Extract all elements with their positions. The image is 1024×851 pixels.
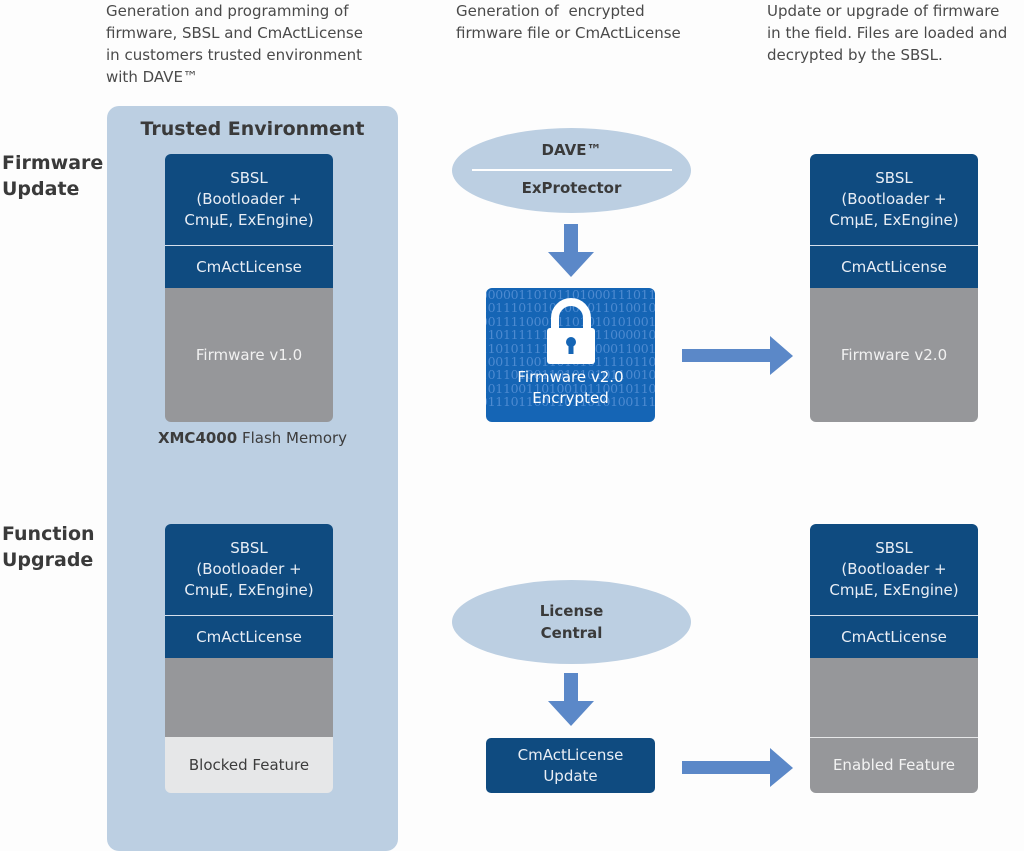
sbsl-line: SBSL (230, 539, 268, 557)
dave-exprotector-ellipse: DAVE™ ExProtector (452, 128, 691, 213)
sbsl-line: CmµE, ExEngine) (184, 581, 314, 599)
sbsl-line: CmµE, ExEngine) (829, 581, 959, 599)
license-central-line: License (539, 602, 604, 620)
trusted-environment-title: Trusted Environment (140, 118, 365, 140)
row-label-firmware-update: Firmware Update (2, 150, 103, 202)
caption-line: with DAVE™ (106, 68, 198, 86)
license-update-file: CmActLicense Update (486, 738, 655, 793)
flash-memory-label: XMC4000 Flash Memory (107, 429, 398, 447)
sbsl-segment: SBSL (Bootloader + CmµE, ExEngine) (810, 154, 978, 246)
dave-label: DAVE™ (541, 140, 602, 159)
arrow-right-icon (682, 336, 793, 375)
encrypted-firmware-label: Firmware v2.0 Encrypted (486, 367, 655, 409)
caption-line: Generation of encrypted (456, 2, 645, 20)
sbsl-line: (Bootloader + (841, 560, 947, 578)
enabled-feature-segment: Enabled Feature (810, 737, 978, 793)
arrow-right-icon (682, 748, 793, 787)
flash-memory-text: Flash Memory (237, 429, 348, 447)
sbsl-line: (Bootloader + (196, 190, 302, 208)
caption-line: firmware, SBSL and CmActLicense (106, 24, 363, 42)
encrypted-line: Firmware v2.0 (517, 368, 624, 386)
exprotector-label: ExProtector (521, 178, 622, 197)
arrow-down-icon (548, 673, 594, 726)
license-central-line: Central (540, 624, 603, 642)
license-segment: CmActLicense (165, 616, 333, 658)
blocked-feature-segment: Blocked Feature (165, 737, 333, 793)
license-central-ellipse: License Central (452, 580, 691, 664)
caption-line: in the field. Files are loaded and (767, 24, 1008, 42)
chip-name: XMC4000 (157, 429, 238, 447)
license-segment: CmActLicense (165, 246, 333, 288)
license-update-line: CmActLicense (517, 745, 624, 764)
sbsl-line: SBSL (230, 169, 268, 187)
encrypted-line: Encrypted (532, 389, 609, 407)
flash-memory-fw-after: SBSL (Bootloader + CmµE, ExEngine) CmAct… (810, 154, 978, 422)
row-label-line: Function (2, 523, 95, 545)
caption-trusted-programming: Generation and programming of firmware, … (106, 0, 406, 88)
license-segment: CmActLicense (810, 616, 978, 658)
lock-icon (547, 298, 595, 364)
sbsl-line: SBSL (875, 539, 913, 557)
sbsl-segment: SBSL (Bootloader + CmµE, ExEngine) (165, 524, 333, 616)
row-label-line: Upgrade (2, 549, 94, 571)
row-label-function-upgrade: Function Upgrade (2, 521, 95, 573)
flash-memory-fw-before: SBSL (Bootloader + CmµE, ExEngine) CmAct… (165, 154, 333, 422)
sbsl-segment: SBSL (Bootloader + CmµE, ExEngine) (810, 524, 978, 616)
firmware-segment: Firmware v1.0 (165, 288, 333, 422)
arrow-down-icon (548, 224, 594, 277)
flash-memory-upgrade-before: SBSL (Bootloader + CmµE, ExEngine) CmAct… (165, 524, 333, 793)
caption-field-update: Update or upgrade of firmware in the fie… (767, 0, 1024, 66)
encrypted-firmware-file: 0000011010110100011101101101110101010000… (486, 288, 655, 422)
row-label-line: Firmware (2, 152, 104, 174)
license-segment: CmActLicense (810, 246, 978, 288)
flash-memory-upgrade-after: SBSL (Bootloader + CmµE, ExEngine) CmAct… (810, 524, 978, 793)
firmware-segment (810, 658, 978, 737)
sbsl-segment: SBSL (Bootloader + CmµE, ExEngine) (165, 154, 333, 246)
caption-line: Update or upgrade of firmware (767, 2, 1000, 20)
firmware-segment: Firmware v2.0 (810, 288, 978, 422)
caption-line: decrypted by the SBSL. (767, 46, 943, 64)
license-update-line: Update (543, 766, 598, 785)
row-label-line: Update (2, 178, 80, 200)
sbsl-line: (Bootloader + (841, 190, 947, 208)
caption-line: firmware file or CmActLicense (456, 24, 681, 42)
sbsl-line: SBSL (875, 169, 913, 187)
sbsl-line: (Bootloader + (196, 560, 302, 578)
ellipse-divider (471, 168, 672, 171)
sbsl-line: CmµE, ExEngine) (829, 211, 959, 229)
caption-line: in customers trusted environment (106, 46, 362, 64)
sbsl-line: CmµE, ExEngine) (184, 211, 314, 229)
caption-line: Generation and programming of (106, 2, 349, 20)
firmware-segment (165, 658, 333, 737)
caption-encryption: Generation of encrypted firmware file or… (456, 0, 716, 44)
